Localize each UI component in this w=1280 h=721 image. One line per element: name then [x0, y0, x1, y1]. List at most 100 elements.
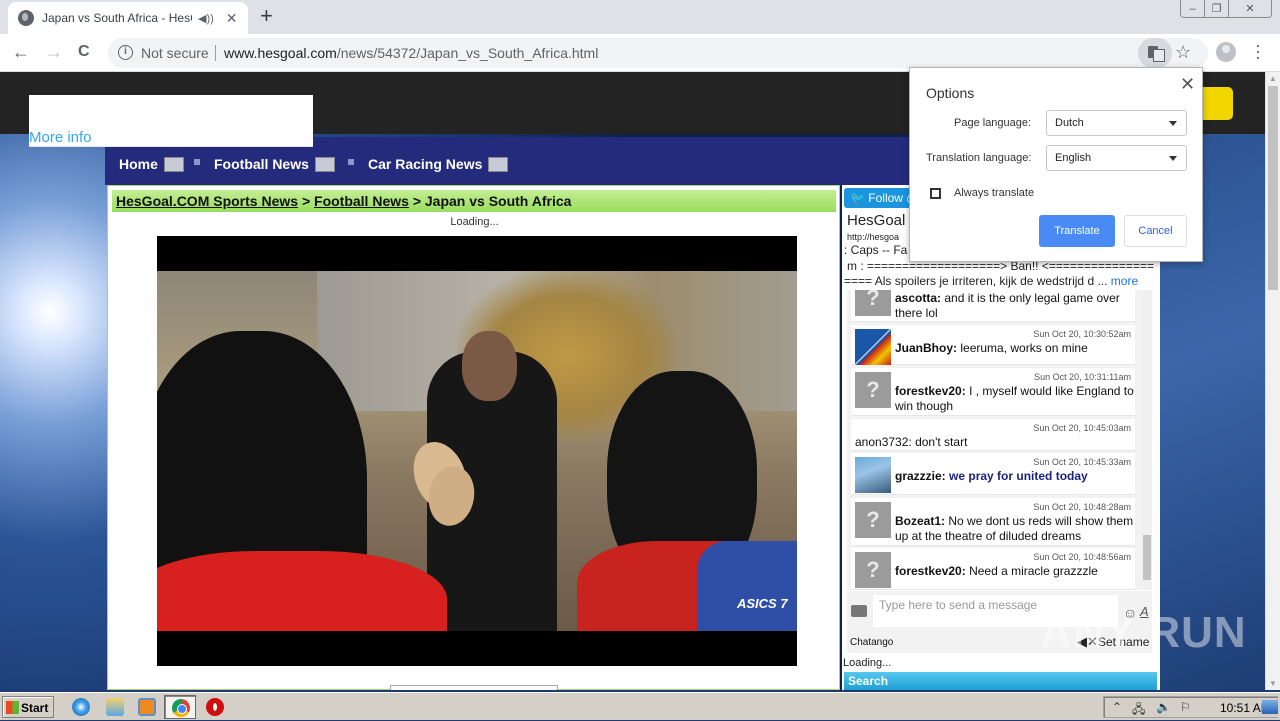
- page-scrollbar[interactable]: ▲ ▼: [1265, 72, 1280, 690]
- tab-close-icon[interactable]: ✕: [226, 10, 238, 27]
- message-user[interactable]: Bozeat1:: [895, 514, 945, 528]
- popup-heading: Options: [926, 85, 975, 101]
- close-icon[interactable]: ✕: [1180, 74, 1195, 95]
- chrome-taskbar-button[interactable]: [164, 695, 196, 719]
- new-tab-button[interactable]: +: [260, 5, 273, 27]
- cancel-button[interactable]: Cancel: [1124, 215, 1187, 247]
- back-button[interactable]: ←: [12, 42, 30, 62]
- scroll-up-arrow-icon[interactable]: ▲: [1269, 74, 1277, 83]
- video-player[interactable]: ASICS 7: [157, 236, 797, 666]
- divider: [215, 45, 216, 61]
- home-icon: [163, 156, 184, 172]
- chat-message-input[interactable]: Type here to send a message: [873, 595, 1118, 627]
- nav-football-label: Football News: [214, 156, 309, 172]
- chrome-icon: [172, 699, 190, 717]
- video-frame[interactable]: ASICS 7: [157, 271, 797, 631]
- page-language-select[interactable]: Dutch: [1046, 110, 1187, 136]
- chatango-link[interactable]: Chatango: [850, 637, 893, 648]
- chat-message: ? Sun Oct 20, 10:48:56am forestkev20: Ne…: [851, 548, 1135, 590]
- always-translate-label[interactable]: Always translate: [954, 187, 1034, 199]
- message-user[interactable]: grazzzie:: [895, 469, 946, 483]
- breadcrumb-current: Japan vs South Africa: [424, 193, 572, 209]
- coach-head: [462, 331, 517, 401]
- close-window-button[interactable]: ✕: [1229, 0, 1271, 17]
- chat-message: ? Sun Oct 20, 10:31:11am forestkev20: I …: [851, 368, 1135, 416]
- camera-icon[interactable]: [851, 605, 867, 617]
- nav-car-racing-news[interactable]: Car Racing News: [368, 156, 509, 172]
- scroll-thumb[interactable]: [1268, 86, 1278, 290]
- kebab-menu-icon[interactable]: · · ·: [1255, 36, 1261, 66]
- loading-text: Loading...: [843, 657, 892, 669]
- bookmark-star-icon[interactable]: ☆: [1175, 42, 1191, 63]
- message-text: forestkev20: Need a miracle grazzzle: [895, 564, 1135, 579]
- translation-language-select[interactable]: English: [1046, 145, 1187, 171]
- message-user[interactable]: anon3732:: [855, 435, 912, 449]
- message-time: Sun Oct 20, 10:30:52am: [1033, 329, 1131, 339]
- chat-message: Sun Oct 20, 10:30:52am JuanBhoy: leeruma…: [851, 325, 1135, 365]
- network-warning-icon[interactable]: 🖧: [1132, 700, 1145, 721]
- more-info-link[interactable]: More info: [29, 129, 92, 146]
- player-shirt-blue: [697, 541, 797, 631]
- speaker-icon[interactable]: ◀)): [198, 12, 214, 25]
- scroll-down-arrow-icon[interactable]: ▼: [1269, 679, 1277, 688]
- racing-icon: [488, 156, 509, 172]
- browser-tab[interactable]: Japan vs South Africa - HesGoal ◀)) ✕: [8, 2, 248, 34]
- file-explorer-icon[interactable]: [106, 698, 124, 716]
- reload-button[interactable]: C: [78, 42, 90, 62]
- media-player-icon[interactable]: [138, 698, 156, 716]
- url-domain: www.hesgoal.com: [224, 45, 337, 61]
- show-hidden-icons-icon[interactable]: ⌃: [1112, 700, 1122, 714]
- chat-scroll-thumb[interactable]: [1143, 535, 1151, 580]
- below-video-box: [390, 685, 558, 690]
- minimize-button[interactable]: –: [1181, 0, 1205, 17]
- more-link[interactable]: more: [1111, 274, 1138, 288]
- unknown-avatar-icon: ?: [855, 372, 891, 408]
- message-body: leeruma, works on mine: [960, 341, 1088, 355]
- message-text: forestkev20: I , myself would like Engla…: [895, 384, 1135, 414]
- translate-popup: ✕ Options Page language: Dutch Translati…: [909, 67, 1203, 262]
- message-user[interactable]: JuanBhoy:: [895, 341, 957, 355]
- url-path: /news/54372/Japan_vs_South_Africa.html: [336, 45, 599, 61]
- start-button[interactable]: Start: [2, 696, 54, 718]
- nav-football-news[interactable]: Football News: [214, 156, 335, 172]
- forward-button[interactable]: →: [45, 42, 63, 62]
- profile-avatar-icon[interactable]: [1216, 42, 1236, 62]
- breadcrumb-home-link[interactable]: HesGoal.COM Sports News: [116, 193, 298, 209]
- taskbar: Start ⌃ 🖧 🔈 ⚐ 10:51 AM: [0, 692, 1280, 720]
- set-name-link[interactable]: Set name: [1098, 635, 1149, 649]
- breadcrumb-football-link[interactable]: Football News: [314, 193, 409, 209]
- message-body: we pray for united today: [949, 469, 1088, 483]
- nav-separator: [348, 159, 354, 165]
- internet-explorer-icon[interactable]: [72, 698, 90, 716]
- chat-footer: Chatango ◀✕ Set name: [847, 631, 1152, 653]
- nav-home[interactable]: Home: [119, 156, 184, 172]
- address-bar[interactable]: i Not secure www.hesgoal.com/news/54372/…: [108, 38, 1208, 68]
- emoji-icon[interactable]: ☺: [1123, 605, 1137, 621]
- video-sponsor-logo: ASICS 7: [737, 596, 788, 611]
- message-user[interactable]: forestkev20:: [895, 384, 966, 398]
- system-tray: ⌃ 🖧 🔈 ⚐ 10:51 AM: [1103, 696, 1278, 718]
- message-time: Sun Oct 20, 10:45:33am: [1033, 457, 1131, 467]
- translate-icon[interactable]: [1138, 38, 1172, 68]
- info-icon[interactable]: i: [118, 45, 133, 60]
- font-style-icon[interactable]: A: [1140, 604, 1149, 619]
- caps-line: : Caps -- Fa: [844, 243, 908, 257]
- url-text[interactable]: www.hesgoal.com/news/54372/Japan_vs_Sout…: [224, 45, 598, 61]
- volume-icon[interactable]: 🔈: [1156, 700, 1171, 714]
- opera-icon[interactable]: [206, 698, 224, 716]
- chat-message: Sun Oct 20, 10:45:33am grazzzie: we pray…: [851, 453, 1135, 495]
- message-text: anon3732: don't start: [855, 435, 1095, 450]
- spoiler-text: ==== Als spoilers je irriteren, kijk de …: [844, 274, 1108, 288]
- message-user[interactable]: forestkev20:: [895, 564, 966, 578]
- show-desktop-icon[interactable]: [1262, 700, 1278, 714]
- message-text: grazzzie: we pray for united today: [895, 469, 1135, 484]
- always-translate-checkbox[interactable]: [930, 188, 941, 199]
- mute-icon[interactable]: ◀✕: [1077, 634, 1098, 650]
- security-label[interactable]: Not secure: [141, 45, 209, 61]
- action-center-flag-icon[interactable]: ⚐: [1180, 700, 1191, 714]
- twitter-url[interactable]: http://hesgoa: [847, 232, 899, 242]
- restore-button[interactable]: ❐: [1205, 0, 1229, 17]
- message-body: Need a miracle grazzzle: [969, 564, 1098, 578]
- translate-button[interactable]: Translate: [1039, 215, 1115, 247]
- message-user[interactable]: ascotta:: [895, 291, 941, 305]
